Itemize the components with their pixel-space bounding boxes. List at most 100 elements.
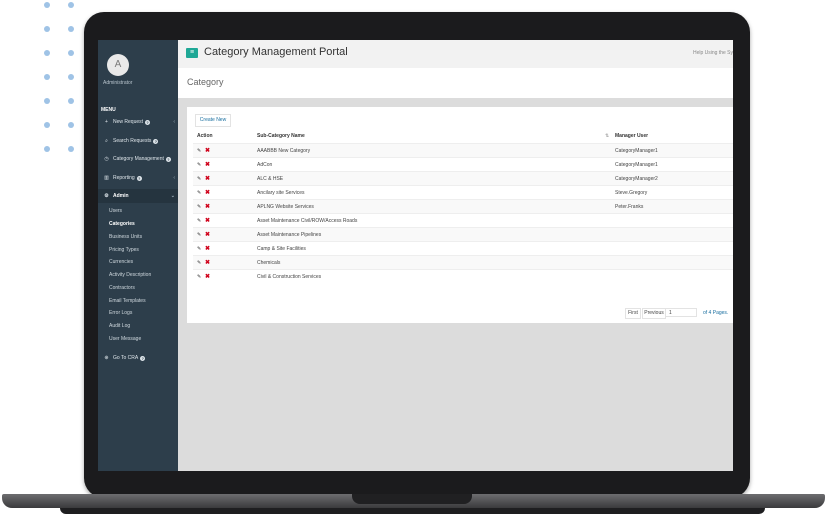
- decorative-dot: [44, 2, 50, 8]
- table-row: ✎ ✖ Ancilary site Services Steve.Gregory: [193, 185, 733, 200]
- table-row: ✎ ✖ ALC & HSE CategoryManager2: [193, 171, 733, 186]
- edit-icon[interactable]: ✎: [197, 246, 201, 252]
- delete-icon[interactable]: ✖: [205, 175, 210, 182]
- table-row: ✎ ✖ Camp & Site Facilities: [193, 241, 733, 256]
- first-page-button[interactable]: First: [625, 308, 641, 319]
- menu-label: MENU: [101, 107, 116, 113]
- sidebar-sub-item-pricing-types[interactable]: Pricing Types: [109, 247, 139, 253]
- table-row: ✎ ✖ Asset Maintenance Pipelines: [193, 227, 733, 242]
- create-new-button[interactable]: Create New: [195, 114, 231, 127]
- edit-icon[interactable]: ✎: [197, 148, 201, 154]
- sub-category-name-cell: Asset Maintenance Pipelines: [257, 232, 322, 238]
- top-bar: ≡ Category Management Portal Help Using …: [178, 40, 733, 68]
- decorative-dot: [44, 26, 50, 32]
- page-number-input[interactable]: 1: [665, 308, 697, 317]
- edit-icon[interactable]: ✎: [197, 274, 201, 280]
- delete-icon[interactable]: ✖: [205, 217, 210, 224]
- sidebar-item-label: Admin: [113, 193, 129, 199]
- page-title: Category: [187, 77, 224, 87]
- sidebar-sub-item-users[interactable]: Users: [109, 208, 122, 214]
- decorative-dot: [68, 74, 74, 80]
- table-row: ✎ ✖ AAABBB New Category CategoryManager1: [193, 143, 733, 158]
- plus-icon: +: [105, 119, 108, 125]
- manager-user-cell: Peter.Franks: [615, 204, 644, 210]
- sidebar-sub-item-email-templates[interactable]: Email Templates: [109, 298, 146, 304]
- clock-icon: ◷: [104, 156, 109, 162]
- user-name: Administrator: [103, 80, 133, 86]
- sidebar-sub-item-contractors[interactable]: Contractors: [109, 285, 135, 291]
- decorative-dot: [44, 98, 50, 104]
- help-icon: ?: [153, 138, 159, 144]
- decorative-dot: [44, 146, 50, 152]
- column-header-sub-category[interactable]: Sub-Category Name: [257, 133, 305, 139]
- delete-icon[interactable]: ✖: [205, 147, 210, 154]
- table-row: ✎ ✖ AdCon CategoryManager1: [193, 157, 733, 172]
- delete-icon[interactable]: ✖: [205, 273, 210, 280]
- edit-icon[interactable]: ✎: [197, 204, 201, 210]
- sidebar-item-category-management[interactable]: ◷ Category Management ?: [98, 152, 178, 166]
- delete-icon[interactable]: ✖: [205, 203, 210, 210]
- delete-icon[interactable]: ✖: [205, 259, 210, 266]
- sidebar-sub-item-categories[interactable]: Categories: [109, 221, 135, 227]
- sidebar-item-label: New Request: [113, 119, 144, 125]
- sidebar-item-reporting[interactable]: ▥ Reporting ? ‹: [98, 171, 178, 185]
- laptop-foot: [60, 508, 765, 514]
- table-row: ✎ ✖ Civil & Construction Services: [193, 269, 733, 284]
- decorative-dot: [44, 74, 50, 80]
- decorative-dot: [44, 122, 50, 128]
- edit-icon[interactable]: ✎: [197, 260, 201, 266]
- sort-icon[interactable]: ⇅: [605, 133, 609, 139]
- sidebar-item-admin[interactable]: ⚙ Admin ⌄: [98, 189, 178, 203]
- delete-icon[interactable]: ✖: [205, 161, 210, 168]
- help-link[interactable]: Help Using the Sy: [693, 50, 733, 56]
- sidebar-item-label: Category Management: [113, 156, 164, 162]
- edit-icon[interactable]: ✎: [197, 190, 201, 196]
- table-row: ✎ ✖ APLNG Website Services Peter.Franks: [193, 199, 733, 214]
- edit-icon[interactable]: ✎: [197, 176, 201, 182]
- manager-user-cell: CategoryManager2: [615, 176, 658, 182]
- edit-icon[interactable]: ✎: [197, 232, 201, 238]
- table-row: ✎ ✖ Asset Maintenance Civil/ROW/Access Roa…: [193, 213, 733, 228]
- sidebar-sub-item-business-units[interactable]: Business Units: [109, 234, 142, 240]
- edit-icon[interactable]: ✎: [197, 218, 201, 224]
- column-header-manager[interactable]: Manager User: [615, 133, 648, 139]
- app-screen: A Administrator MENU + New Request ? ‹ ⌕…: [98, 40, 733, 471]
- sub-category-name-cell: Chemicals: [257, 260, 281, 266]
- manager-user-cell: CategoryManager1: [615, 162, 658, 168]
- previous-page-button[interactable]: Previous: [642, 308, 666, 319]
- sub-category-name-cell: APLNG Website Services: [257, 204, 314, 210]
- sidebar-sub-item-activity-description[interactable]: Activity Description: [109, 272, 151, 278]
- portal-title: Category Management Portal: [204, 46, 348, 58]
- sidebar-item-new-request[interactable]: + New Request ? ‹: [98, 115, 178, 129]
- cogs-icon: ⚙: [104, 193, 109, 199]
- help-icon: ?: [140, 355, 146, 361]
- manager-user-cell: CategoryManager1: [615, 148, 658, 154]
- sub-category-name-cell: ALC & HSE: [257, 176, 284, 182]
- manager-user-cell: Steve.Gregory: [615, 190, 648, 196]
- sidebar-sub-item-user-message[interactable]: User Message: [109, 336, 141, 342]
- help-icon: ?: [145, 119, 151, 125]
- sidebar-item-go-to-cra[interactable]: ⊕ Go To CRA ?: [98, 351, 178, 365]
- delete-icon[interactable]: ✖: [205, 189, 210, 196]
- page-count: of 4 Pages.: [703, 310, 729, 316]
- avatar[interactable]: A: [107, 54, 129, 76]
- sidebar-sub-item-error-logs[interactable]: Error Logs: [109, 310, 132, 316]
- sidebar-item-label: Reporting: [113, 175, 135, 181]
- sub-category-name-cell: AAABBB New Category: [257, 148, 311, 154]
- sub-category-name-cell: Asset Maintenance Civil/ROW/Access Roads: [257, 218, 358, 224]
- edit-icon[interactable]: ✎: [197, 162, 201, 168]
- decorative-dot: [68, 122, 74, 128]
- delete-icon[interactable]: ✖: [205, 245, 210, 252]
- sidebar-sub-item-currencies[interactable]: Currencies: [109, 259, 133, 265]
- chevron-left-icon: ‹: [173, 119, 175, 125]
- help-icon: ?: [136, 175, 142, 181]
- delete-icon[interactable]: ✖: [205, 231, 210, 238]
- decorative-dot: [68, 26, 74, 32]
- sidebar-sub-item-audit-log[interactable]: Audit Log: [109, 323, 130, 329]
- decorative-dot: [68, 50, 74, 56]
- menu-toggle-button[interactable]: ≡: [186, 48, 198, 58]
- help-icon: ?: [165, 156, 171, 162]
- sidebar-item-search-requests[interactable]: ⌕ Search Requests ?: [98, 134, 178, 148]
- sidebar: A Administrator MENU + New Request ? ‹ ⌕…: [98, 40, 178, 471]
- decorative-dot: [68, 98, 74, 104]
